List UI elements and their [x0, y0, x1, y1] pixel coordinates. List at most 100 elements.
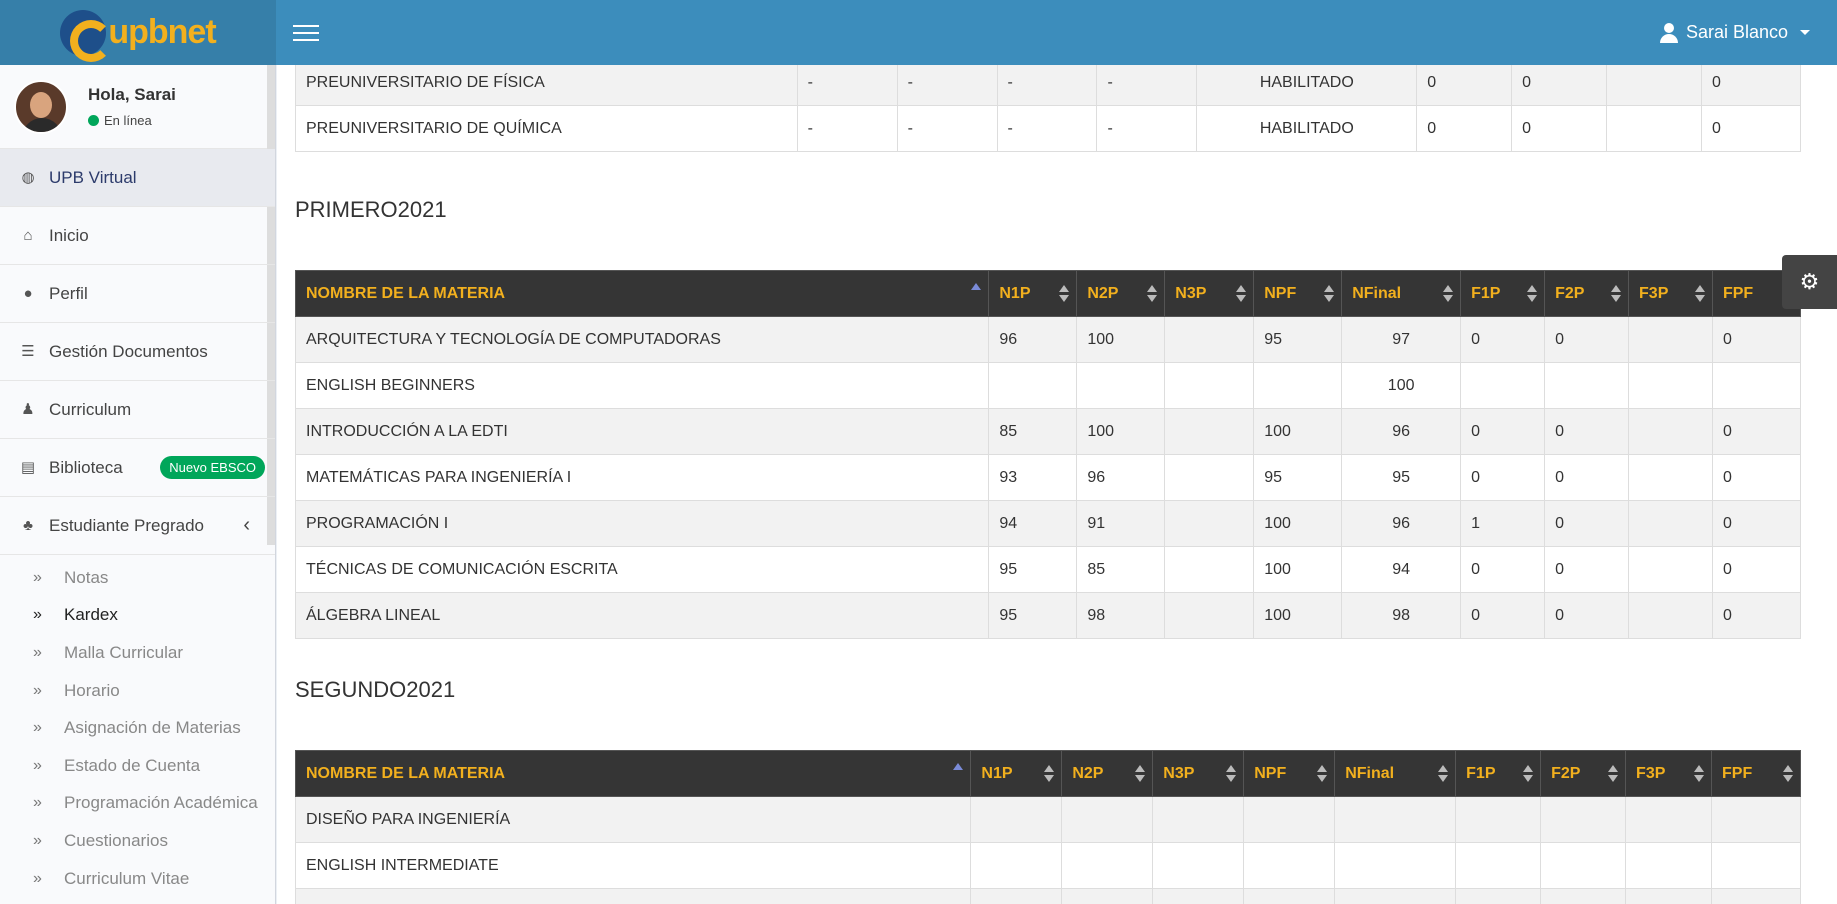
submenu-item-programaci-n-acad-mica[interactable]: » Programación Académica [0, 785, 275, 823]
logo[interactable]: upbnet [0, 0, 276, 65]
grade-cell [1628, 592, 1713, 639]
grade-cell: - [996, 105, 1098, 152]
column-header-fpf[interactable]: FPF [1711, 750, 1801, 797]
new-badge: Nuevo EBSCO [160, 456, 265, 479]
column-header-n2p[interactable]: N2P [1076, 270, 1166, 317]
submenu-item-asignaci-n-de-materias[interactable]: » Asignación de Materias [0, 709, 275, 747]
column-header-n2p[interactable]: N2P [1061, 750, 1154, 797]
grade-cell [1243, 842, 1336, 889]
sort-icon [1783, 765, 1793, 783]
column-header-f3p[interactable]: F3P [1628, 270, 1713, 317]
grade-cell: 0 [1544, 454, 1630, 501]
column-header-f2p[interactable]: F2P [1544, 270, 1630, 317]
column-header-label: F3P [1636, 764, 1666, 782]
main-content: PREUNIVERSITARIO DE FÍSICA - - - - HABILITADO… [277, 65, 1837, 904]
column-header-n1p[interactable]: N1P [988, 270, 1078, 317]
column-header-f2p[interactable]: F2P [1540, 750, 1627, 797]
grade-cell [1164, 362, 1255, 409]
grade-cell [1061, 796, 1154, 843]
grade-cell: 94 [1341, 546, 1462, 593]
double-chevron-right-icon: » [33, 606, 42, 624]
subject-name-cell: TÉCNICAS DE COMUNICACIÓN ESCRITA [294, 546, 990, 593]
sort-icon [1059, 285, 1070, 303]
sidebar-item-perfil[interactable]: ● Perfil [0, 265, 275, 323]
subject-name-cell: ENGLISH BEGINNERS [294, 362, 990, 409]
column-header-nfinal[interactable]: NFinal [1341, 270, 1462, 317]
user-menu[interactable]: Sarai Blanco [1659, 0, 1837, 65]
column-header-nombre-de-la-materia[interactable]: NOMBRE DE LA MATERIA [294, 270, 990, 317]
column-header-n3p[interactable]: N3P [1164, 270, 1255, 317]
column-header-npf[interactable]: NPF [1243, 750, 1336, 797]
sidebar-item-gesti-n-documentos[interactable]: ☰ Gestión Documentos [0, 323, 275, 381]
column-header-npf[interactable]: NPF [1253, 270, 1343, 317]
sidebar-item-curriculum[interactable]: ♟ Curriculum [0, 381, 275, 439]
grade-cell: 0 [1711, 408, 1802, 455]
sidebar-item-biblioteca[interactable]: ▤ Biblioteca Nuevo EBSCO [0, 439, 275, 497]
sidebar-item-estudiante-pregrado[interactable]: ♣ Estudiante Pregrado ‹ [0, 497, 275, 555]
submenu-item-label: Estado de Cuenta [64, 755, 201, 775]
column-header-label: F1P [1471, 284, 1501, 302]
settings-gear-button[interactable]: ⚙ [1782, 255, 1837, 309]
user-panel: Hola, Sarai En línea [0, 65, 275, 149]
submenu-item-estado-de-cuenta[interactable]: » Estado de Cuenta [0, 747, 275, 785]
sidebar-item-inicio[interactable]: ⌂ Inicio [0, 207, 275, 265]
subject-name-cell: ÁLGEBRA LINEAL [294, 592, 990, 639]
double-chevron-right-icon: » [33, 681, 42, 699]
grade-cell [988, 362, 1078, 409]
sidebar-item-upb-virtual[interactable]: ◍ UPB Virtual [0, 149, 275, 207]
submenu-item-curriculum-vitae[interactable]: » Curriculum Vitae [0, 860, 275, 898]
grade-cell: 100 [1076, 316, 1166, 363]
sort-icon [1438, 765, 1449, 783]
grade-cell: 95 [988, 592, 1078, 639]
grade-cell: 0 [1460, 592, 1546, 639]
sort-icon [1236, 285, 1247, 303]
grade-cell: 0 [1460, 546, 1546, 593]
subject-name-cell: PROGRAMACIÓN I [294, 500, 990, 547]
column-header-label: NPF [1254, 764, 1287, 782]
submenu-item-cuestionarios[interactable]: » Cuestionarios [0, 822, 275, 860]
column-header-n3p[interactable]: N3P [1152, 750, 1245, 797]
grade-cell [1253, 362, 1343, 409]
grade-cell [1164, 500, 1255, 547]
hamburger-menu-icon[interactable] [276, 0, 336, 65]
column-header-label: FPF [1722, 764, 1753, 782]
grade-cell: 100 [1253, 408, 1343, 455]
sort-icon [1044, 765, 1055, 783]
grade-cell: - [996, 65, 1098, 106]
subject-name-cell: PREUNIVERSITARIO DE FÍSICA [295, 65, 798, 106]
column-header-n1p[interactable]: N1P [970, 750, 1063, 797]
submenu-item-malla-curricular[interactable]: » Malla Curricular [0, 634, 275, 672]
grade-cell [1711, 796, 1801, 843]
column-header-label: N1P [981, 764, 1013, 782]
column-header-nombre-de-la-materia[interactable]: NOMBRE DE LA MATERIA [294, 750, 972, 797]
grade-cell [1152, 842, 1245, 889]
double-chevron-right-icon: » [33, 756, 42, 774]
column-header-nfinal[interactable]: NFinal [1334, 750, 1457, 797]
double-chevron-right-icon: » [33, 831, 42, 849]
double-chevron-right-icon: » [33, 568, 42, 586]
logo-icon [60, 9, 113, 62]
grade-cell: 97 [1341, 316, 1462, 363]
column-header-f1p[interactable]: F1P [1455, 750, 1542, 797]
column-header-f3p[interactable]: F3P [1625, 750, 1712, 797]
grade-cell [970, 796, 1063, 843]
submenu-item-notas[interactable]: » Notas [0, 559, 275, 597]
column-header-f1p[interactable]: F1P [1460, 270, 1546, 317]
sort-icon [1147, 285, 1158, 303]
double-chevron-right-icon: » [33, 869, 42, 887]
grade-cell: - [896, 65, 998, 106]
submenu-item-kardex[interactable]: » Kardex [0, 597, 275, 635]
table-row: PROGRAMACIÓN I 94 91 100 96 1 0 0 [294, 500, 1802, 547]
submenu-item-label: Asignación de Materias [64, 718, 241, 738]
grade-cell: 0 [1544, 316, 1630, 363]
column-header-label: NOMBRE DE LA MATERIA [306, 284, 506, 302]
submenu-item-label: Kardex [64, 605, 118, 625]
grade-cell: 0 [1416, 105, 1513, 152]
table-row: TÉCNICAS DE COMUNICACIÓN ESCRITA 95 85 100 9… [294, 546, 1802, 593]
submenu-item-docente-s-ayudante-s-[interactable]: »Docente(s) / Ayudante(s) [0, 897, 275, 904]
double-chevron-right-icon: » [33, 719, 42, 737]
grade-cell: 0 [1544, 546, 1630, 593]
grade-cell: 95 [1341, 454, 1462, 501]
sidebar-item-label: Inicio [49, 225, 89, 245]
submenu-item-horario[interactable]: » Horario [0, 672, 275, 710]
